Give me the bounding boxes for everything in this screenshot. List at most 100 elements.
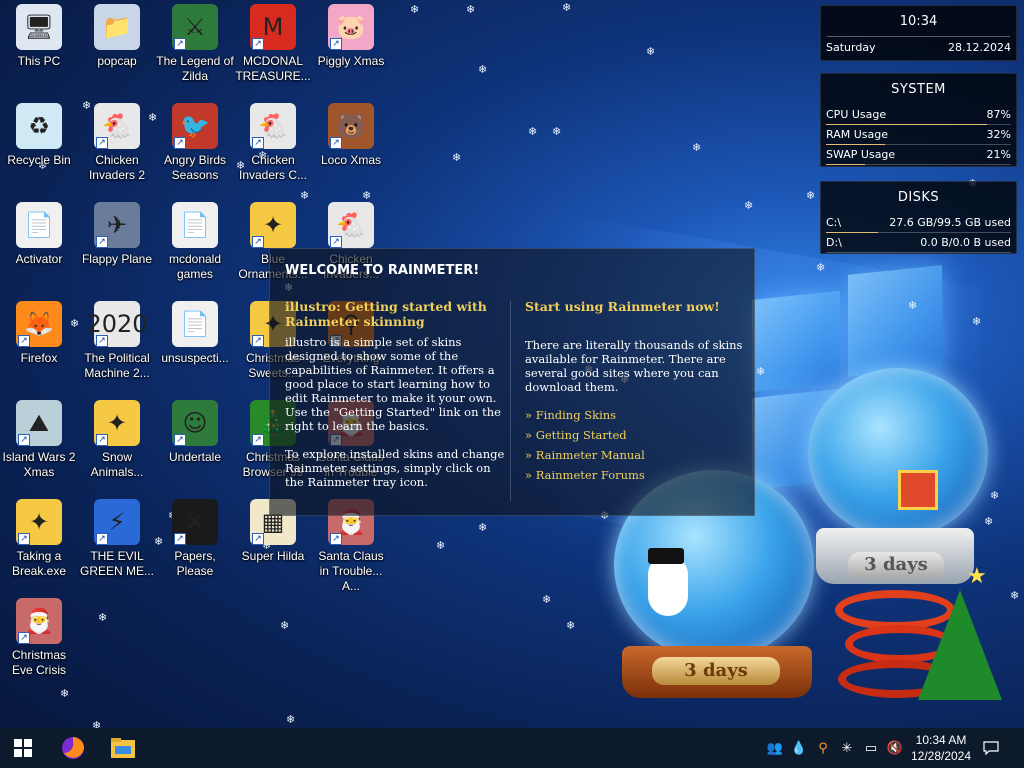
globe-plate-left: 3 days <box>652 657 780 685</box>
shortcut-arrow-icon: ↗ <box>330 137 342 149</box>
row-value: 0.0 B/0.0 B used <box>920 236 1011 249</box>
christmas-tree-icon <box>918 590 1002 700</box>
snowflake-icon: ❄ <box>286 713 296 726</box>
rainmeter-welcome-panel[interactable]: WELCOME TO RAINMETER! illustro: Getting … <box>269 248 755 516</box>
file-explorer-icon[interactable] <box>100 728 146 768</box>
link-getting-started[interactable]: » Getting Started <box>525 428 750 442</box>
desktop-icon[interactable]: 🎅 ↗ Christmas Eve Crisis <box>0 598 78 678</box>
desktop-icon[interactable]: ⛰ ↗ Island Wars 2 Xmas <box>0 400 78 480</box>
desktop-icon-label: The Legend of Zilda <box>156 54 234 83</box>
disk-row-c: C:\ 27.6 GB/99.5 GB used <box>826 216 1011 233</box>
desktop-icon-label: Super Hilda <box>241 549 305 563</box>
clock-widget[interactable]: 10:34 Saturday 28.12.2024 <box>820 5 1017 61</box>
desktop-icon-label: Island Wars 2 Xmas <box>2 450 76 479</box>
network-icon[interactable]: ▭ <box>860 728 882 768</box>
recycle-bin-icon: ♻ <box>16 103 62 149</box>
papers-please-icon: ✕ ↗ <box>172 499 218 545</box>
file-icon: 📄 <box>172 301 218 347</box>
shortcut-arrow-icon: ↗ <box>252 236 264 248</box>
widget-day: Saturday <box>826 41 876 54</box>
snowflake-icon: ❄ <box>98 611 108 624</box>
snowflake-icon[interactable]: ✳ <box>836 728 858 768</box>
shortcut-arrow-icon: ↗ <box>18 335 30 347</box>
desktop-icon-label: This PC <box>17 54 61 68</box>
desktop-icon[interactable]: 📄 unsuspecti... <box>156 301 234 366</box>
tree-star-icon: ★ <box>967 564 987 589</box>
desktop-icon[interactable]: M ↗ MCDONAL TREASURE... <box>234 4 312 84</box>
desktop-icon-label: popcap <box>97 54 137 68</box>
desktop-icon[interactable]: 🐻 ↗ Loco Xmas <box>312 103 390 168</box>
snowflake-icon: ❄ <box>1010 589 1020 602</box>
desktop-icon[interactable]: ✦ ↗ Taking a Break.exe <box>0 499 78 579</box>
undertale-icon: ☺ ↗ <box>172 400 218 446</box>
desktop-icon-label: Taking a Break.exe <box>11 549 67 578</box>
shortcut-arrow-icon: ↗ <box>174 137 186 149</box>
desktop-icon[interactable]: ♻ Recycle Bin <box>0 103 78 168</box>
left-column-title: illustro: Getting started with Rainmeter… <box>285 299 487 329</box>
column-divider <box>510 301 511 501</box>
desktop-icon[interactable]: 🐔 ↗ Chicken Invaders C... <box>234 103 312 183</box>
desktop-icon-label: Activator <box>15 252 63 266</box>
link-rainmeter-manual[interactable]: » Rainmeter Manual <box>525 448 750 462</box>
desktop-icon[interactable]: ⚔ ↗ The Legend of Zilda <box>156 4 234 84</box>
snowflake-icon: ❄ <box>562 1 572 14</box>
desktop-icon[interactable]: ✈ ↗ Flappy Plane <box>78 202 156 267</box>
shortcut-arrow-icon: ↗ <box>96 533 108 545</box>
file-icon: 📄 <box>16 202 62 248</box>
taskbar-clock[interactable]: 10:34 AM 12/28/2024 <box>905 732 977 764</box>
welcome-heading: WELCOME TO RAINMETER! <box>285 263 480 278</box>
row-value: 87% <box>986 108 1011 121</box>
desktop-icon[interactable]: 🐦 ↗ Angry Birds Seasons <box>156 103 234 183</box>
desktop-icon-label: The Political Machine 2... <box>84 351 150 380</box>
desktop-icon[interactable]: 🐔 ↗ Chicken Invaders 2 <box>78 103 156 183</box>
plane-game-icon: ✈ ↗ <box>94 202 140 248</box>
row-label: CPU Usage <box>826 108 887 121</box>
desktop-icon-label: Snow Animals... <box>90 450 144 479</box>
shortcut-arrow-icon: ↗ <box>174 533 186 545</box>
snowflake-icon: ❄ <box>908 299 918 312</box>
windows-start-icon[interactable] <box>0 728 46 768</box>
notification-icon[interactable] <box>980 728 1002 768</box>
desktop-icon[interactable]: ⚡ ↗ THE EVIL GREEN ME... <box>78 499 156 579</box>
desktop-icon[interactable]: 📁 popcap <box>78 4 156 69</box>
desktop-icon[interactable]: 🦊 ↗ Firefox <box>0 301 78 366</box>
shortcut-arrow-icon: ↗ <box>174 38 186 50</box>
widget-divider <box>827 36 1010 37</box>
snowflake-icon: ❄ <box>984 515 994 528</box>
firefox-icon[interactable] <box>50 728 96 768</box>
desktop-icon[interactable]: ☺ ↗ Undertale <box>156 400 234 465</box>
desktop-icon[interactable]: 🐷 ↗ Piggly Xmas <box>312 4 390 69</box>
desktop-icon-label: Angry Birds Seasons <box>163 153 227 182</box>
taskbar-date: 12/28/2024 <box>910 749 972 763</box>
desktop-icon[interactable]: 🖥 This PC <box>0 4 78 69</box>
chicken-game-icon: 🐔 ↗ <box>328 202 374 248</box>
volume-muted-icon[interactable]: 🔇 <box>884 728 906 768</box>
shortcut-arrow-icon: ↗ <box>252 38 264 50</box>
usage-bar-fill <box>826 144 886 145</box>
right-column-title: Start using Rainmeter now! <box>525 299 720 314</box>
people-icon[interactable]: 👥 <box>764 728 786 768</box>
drop-icon[interactable]: 💧 <box>788 728 810 768</box>
shortcut-arrow-icon: ↗ <box>330 236 342 248</box>
disks-widget[interactable]: DISKS C:\ 27.6 GB/99.5 GB used D:\ 0.0 B… <box>820 181 1017 254</box>
puzzle-game-icon: ✦↗ <box>94 400 140 446</box>
chicken-game-icon: 🐔 ↗ <box>250 103 296 149</box>
usage-bar-fill <box>826 164 865 165</box>
desktop-icon-label: Loco Xmas <box>320 153 382 167</box>
desktop-icon-label: Recycle Bin <box>7 153 71 167</box>
desktop-icon[interactable]: ✕ ↗ Papers, Please <box>156 499 234 579</box>
snowflake-icon: ❄ <box>566 619 576 632</box>
desktop-icon[interactable]: 📄 Activator <box>0 202 78 267</box>
search-tray-icon[interactable]: ⚲ <box>812 728 834 768</box>
desktop-icon[interactable]: 2020 ↗ The Political Machine 2... <box>78 301 156 381</box>
snowman-hat-icon <box>648 548 684 564</box>
desktop-icon[interactable]: 📄 mcdonald games <box>156 202 234 282</box>
widget-date: 28.12.2024 <box>948 41 1011 54</box>
disk-row-d: D:\ 0.0 B/0.0 B used <box>826 236 1011 253</box>
system-widget[interactable]: SYSTEM CPU Usage 87% RAM Usage 32% SWAP … <box>820 73 1017 167</box>
link-finding-skins[interactable]: » Finding Skins <box>525 408 750 422</box>
link-rainmeter-forums[interactable]: » Rainmeter Forums <box>525 468 750 482</box>
desktop-icon-label: Papers, Please <box>174 549 216 578</box>
desktop-icon[interactable]: ✦ ↗ Snow Animals... <box>78 400 156 480</box>
shortcut-arrow-icon: ↗ <box>252 335 264 347</box>
